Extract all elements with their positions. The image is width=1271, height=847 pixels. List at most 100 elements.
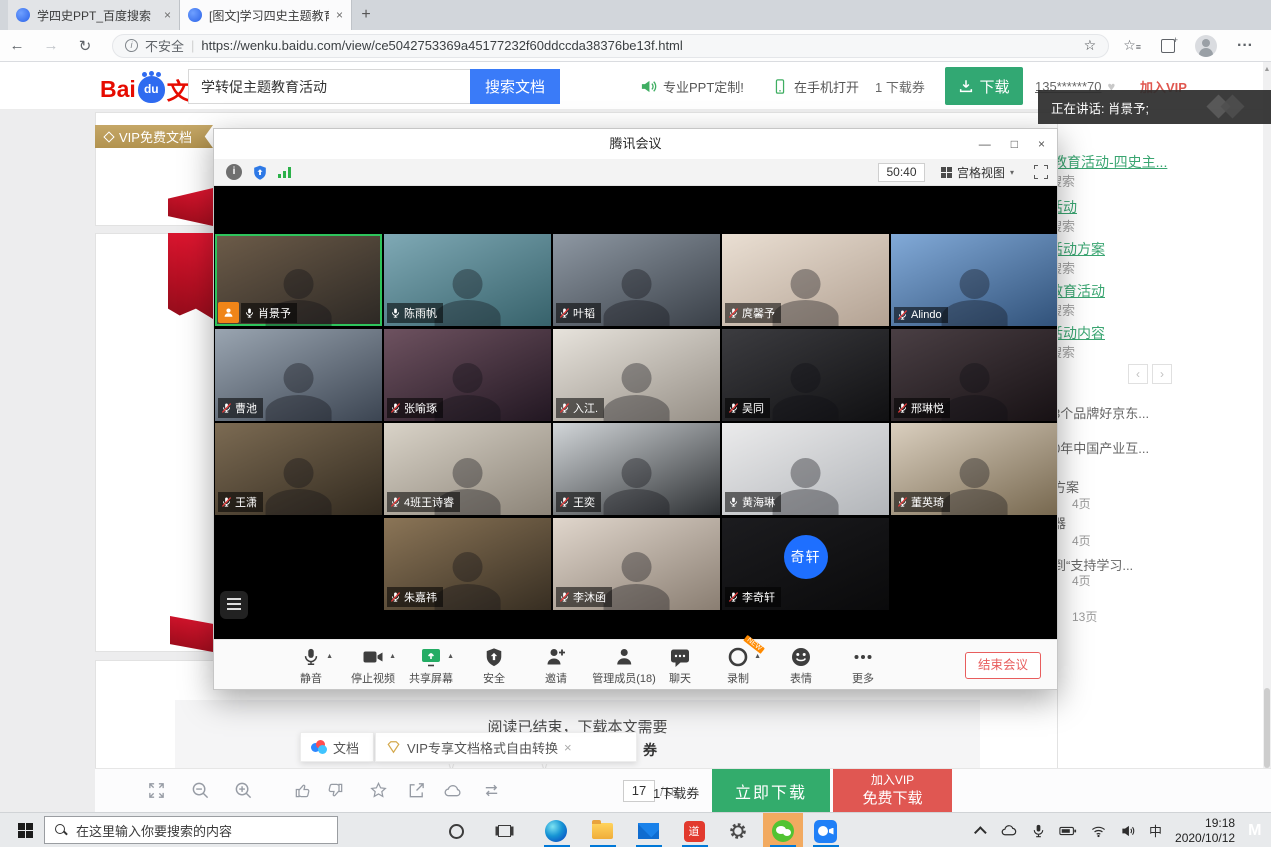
convert-icon[interactable] (482, 781, 501, 800)
meeting-tool-shield[interactable]: 安全 (483, 646, 505, 686)
related-link[interactable]: 活动方案 (1058, 239, 1258, 259)
tab-close-icon[interactable]: × (336, 8, 343, 22)
participant-tile[interactable]: 叶韬 (553, 234, 720, 326)
browser-tab-2[interactable]: [图文]学习四史主题教育活动-四... × (180, 0, 352, 30)
cloud-icon[interactable] (443, 781, 462, 800)
search-action[interactable]: 搜索 (1058, 258, 1258, 278)
profile-avatar[interactable] (1195, 35, 1217, 57)
end-meeting-button[interactable]: 结束会议 (965, 652, 1041, 679)
task-view-icon[interactable] (492, 819, 516, 843)
dislike-icon[interactable] (326, 781, 345, 800)
taskbar-search[interactable]: 在这里输入你要搜索的内容 (44, 816, 338, 844)
doc-converter-chip[interactable]: 文档 (300, 732, 374, 762)
doc-search-button[interactable]: 搜索文档 (470, 69, 560, 104)
tray-expand-icon[interactable] (974, 826, 987, 839)
expand-arrow-icon[interactable]: ▲ (447, 653, 454, 660)
tab-close-icon[interactable]: × (164, 8, 171, 22)
expand-arrow-icon[interactable]: ▲ (326, 653, 333, 660)
search-action[interactable]: 搜索 (1058, 342, 1258, 362)
participant-tile[interactable]: 庹馨予 (722, 234, 889, 326)
participant-tile[interactable]: 王潇 (215, 423, 382, 515)
wechat-icon[interactable] (771, 819, 795, 843)
collections-icon[interactable]: + (1161, 39, 1175, 53)
participant-tile[interactable]: Alindo (891, 234, 1057, 326)
doc-search-input[interactable] (188, 69, 470, 104)
vip-convert-tooltip[interactable]: VIP专享文档格式自由转换 × (375, 732, 637, 762)
tooltip-close-icon[interactable]: × (564, 740, 572, 755)
zoom-in-icon[interactable] (234, 781, 253, 800)
participant-tile[interactable]: 张喻琢 (384, 329, 551, 421)
recommended-doc[interactable]: 方案 (1058, 477, 1258, 496)
vip-free-doc-ribbon[interactable]: VIP免费文档 (95, 125, 213, 148)
favorites-icon[interactable]: ☆≡ (1123, 37, 1141, 54)
settings-gear-icon[interactable] (726, 819, 750, 843)
onedrive-cloud-icon[interactable] (1000, 822, 1018, 839)
participant-tile[interactable]: 董英琦 (891, 423, 1057, 515)
meeting-tool-smile[interactable]: 表情 (790, 646, 812, 686)
bookmark-star-icon[interactable]: ☆ (1084, 37, 1097, 54)
fullscreen-icon[interactable] (147, 781, 166, 800)
expand-arrow-icon[interactable]: ▲ (389, 653, 396, 660)
close-icon[interactable]: × (1038, 137, 1045, 151)
download-now-button[interactable]: 立即下载 (712, 769, 830, 813)
maximize-icon[interactable]: □ (1011, 137, 1018, 151)
share-icon[interactable] (407, 781, 426, 800)
participant-tile[interactable]: 邢琳悦 (891, 329, 1057, 421)
back-icon[interactable]: ← (0, 37, 34, 54)
search-action[interactable]: 搜索 (1058, 216, 1258, 236)
volume-icon[interactable] (1120, 823, 1136, 838)
recommended-doc[interactable]: 3个品牌好京东... (1058, 403, 1258, 422)
search-action[interactable]: 搜索 (1058, 171, 1258, 191)
recommended-doc[interactable]: 0年中国产业互... (1058, 438, 1258, 457)
participant-tile[interactable]: 曹池 (215, 329, 382, 421)
meeting-tool-share[interactable]: ▲共享屏幕 (409, 646, 453, 686)
wifi-icon[interactable] (1090, 823, 1107, 838)
participant-tile[interactable]: 陈雨帆 (384, 234, 551, 326)
minimize-icon[interactable]: — (979, 137, 991, 151)
participant-tile[interactable]: 肖景予 (215, 234, 382, 326)
search-action[interactable]: 搜索 (1058, 300, 1258, 320)
participant-tile[interactable]: 王奕 (553, 423, 720, 515)
meeting-tool-invite[interactable]: 邀请 (545, 646, 567, 686)
grid-view-selector[interactable]: 宫格视图 ▾ (941, 163, 1014, 182)
related-link[interactable]: 活动 (1058, 197, 1258, 217)
youdao-dict-icon[interactable]: 道 (682, 819, 706, 843)
related-link[interactable]: 教育活动 (1058, 281, 1258, 301)
download-button[interactable]: 下载 (945, 67, 1023, 105)
expand-arrow-icon[interactable]: ▲ (754, 653, 761, 660)
meeting-tool-dots[interactable]: 更多 (852, 646, 874, 686)
start-button[interactable] (18, 823, 33, 838)
ppt-service[interactable]: 专业PPT定制! (640, 62, 744, 110)
page-scrollbar[interactable]: ▲ (1263, 62, 1271, 812)
tencent-meeting-icon[interactable] (813, 819, 837, 843)
participant-tile[interactable]: 李沐函 (553, 518, 720, 610)
reload-icon[interactable]: ↻ (68, 37, 102, 55)
browser-tab-1[interactable]: 学四史PPT_百度搜索 × (8, 0, 180, 30)
recommended-doc[interactable]: 器 (1058, 513, 1258, 532)
ime-indicator[interactable]: 中 (1149, 821, 1162, 840)
mail-icon[interactable] (636, 819, 660, 843)
new-tab-button[interactable]: + (352, 0, 380, 30)
scroll-thumb[interactable] (1264, 688, 1270, 768)
participant-tile[interactable]: 朱嘉祎 (384, 518, 551, 610)
meeting-tool-record[interactable]: ▲NEW录制 (727, 646, 749, 686)
next-page-icon[interactable]: › (1152, 364, 1172, 384)
file-explorer-icon[interactable] (590, 819, 614, 843)
meeting-tool-chat[interactable]: 聊天 (669, 646, 691, 686)
participant-tile[interactable]: 奇轩李奇轩 (722, 518, 889, 610)
favorite-star-icon[interactable] (369, 781, 388, 800)
zoom-out-icon[interactable] (191, 781, 210, 800)
browser-menu-icon[interactable]: ··· (1237, 37, 1253, 55)
cortana-icon[interactable] (444, 819, 468, 843)
related-link[interactable]: 活动内容 (1058, 323, 1258, 343)
participant-tile[interactable]: 入江. (553, 329, 720, 421)
forward-icon[interactable]: → (34, 37, 68, 54)
meeting-tool-cam[interactable]: ▲停止视频 (351, 646, 395, 686)
taskbar-clock[interactable]: 19:182020/10/12 (1175, 816, 1235, 846)
meeting-tool-mic[interactable]: ▲静音 (300, 646, 322, 686)
participant-tile[interactable]: 黄海琳 (722, 423, 889, 515)
fullscreen-toggle-icon[interactable] (1034, 165, 1048, 179)
join-vip-download-button[interactable]: 加入VIP 免费下载 (833, 769, 952, 813)
prev-page-icon[interactable]: ‹ (1128, 364, 1148, 384)
page-number-input[interactable]: 17 (623, 780, 655, 802)
